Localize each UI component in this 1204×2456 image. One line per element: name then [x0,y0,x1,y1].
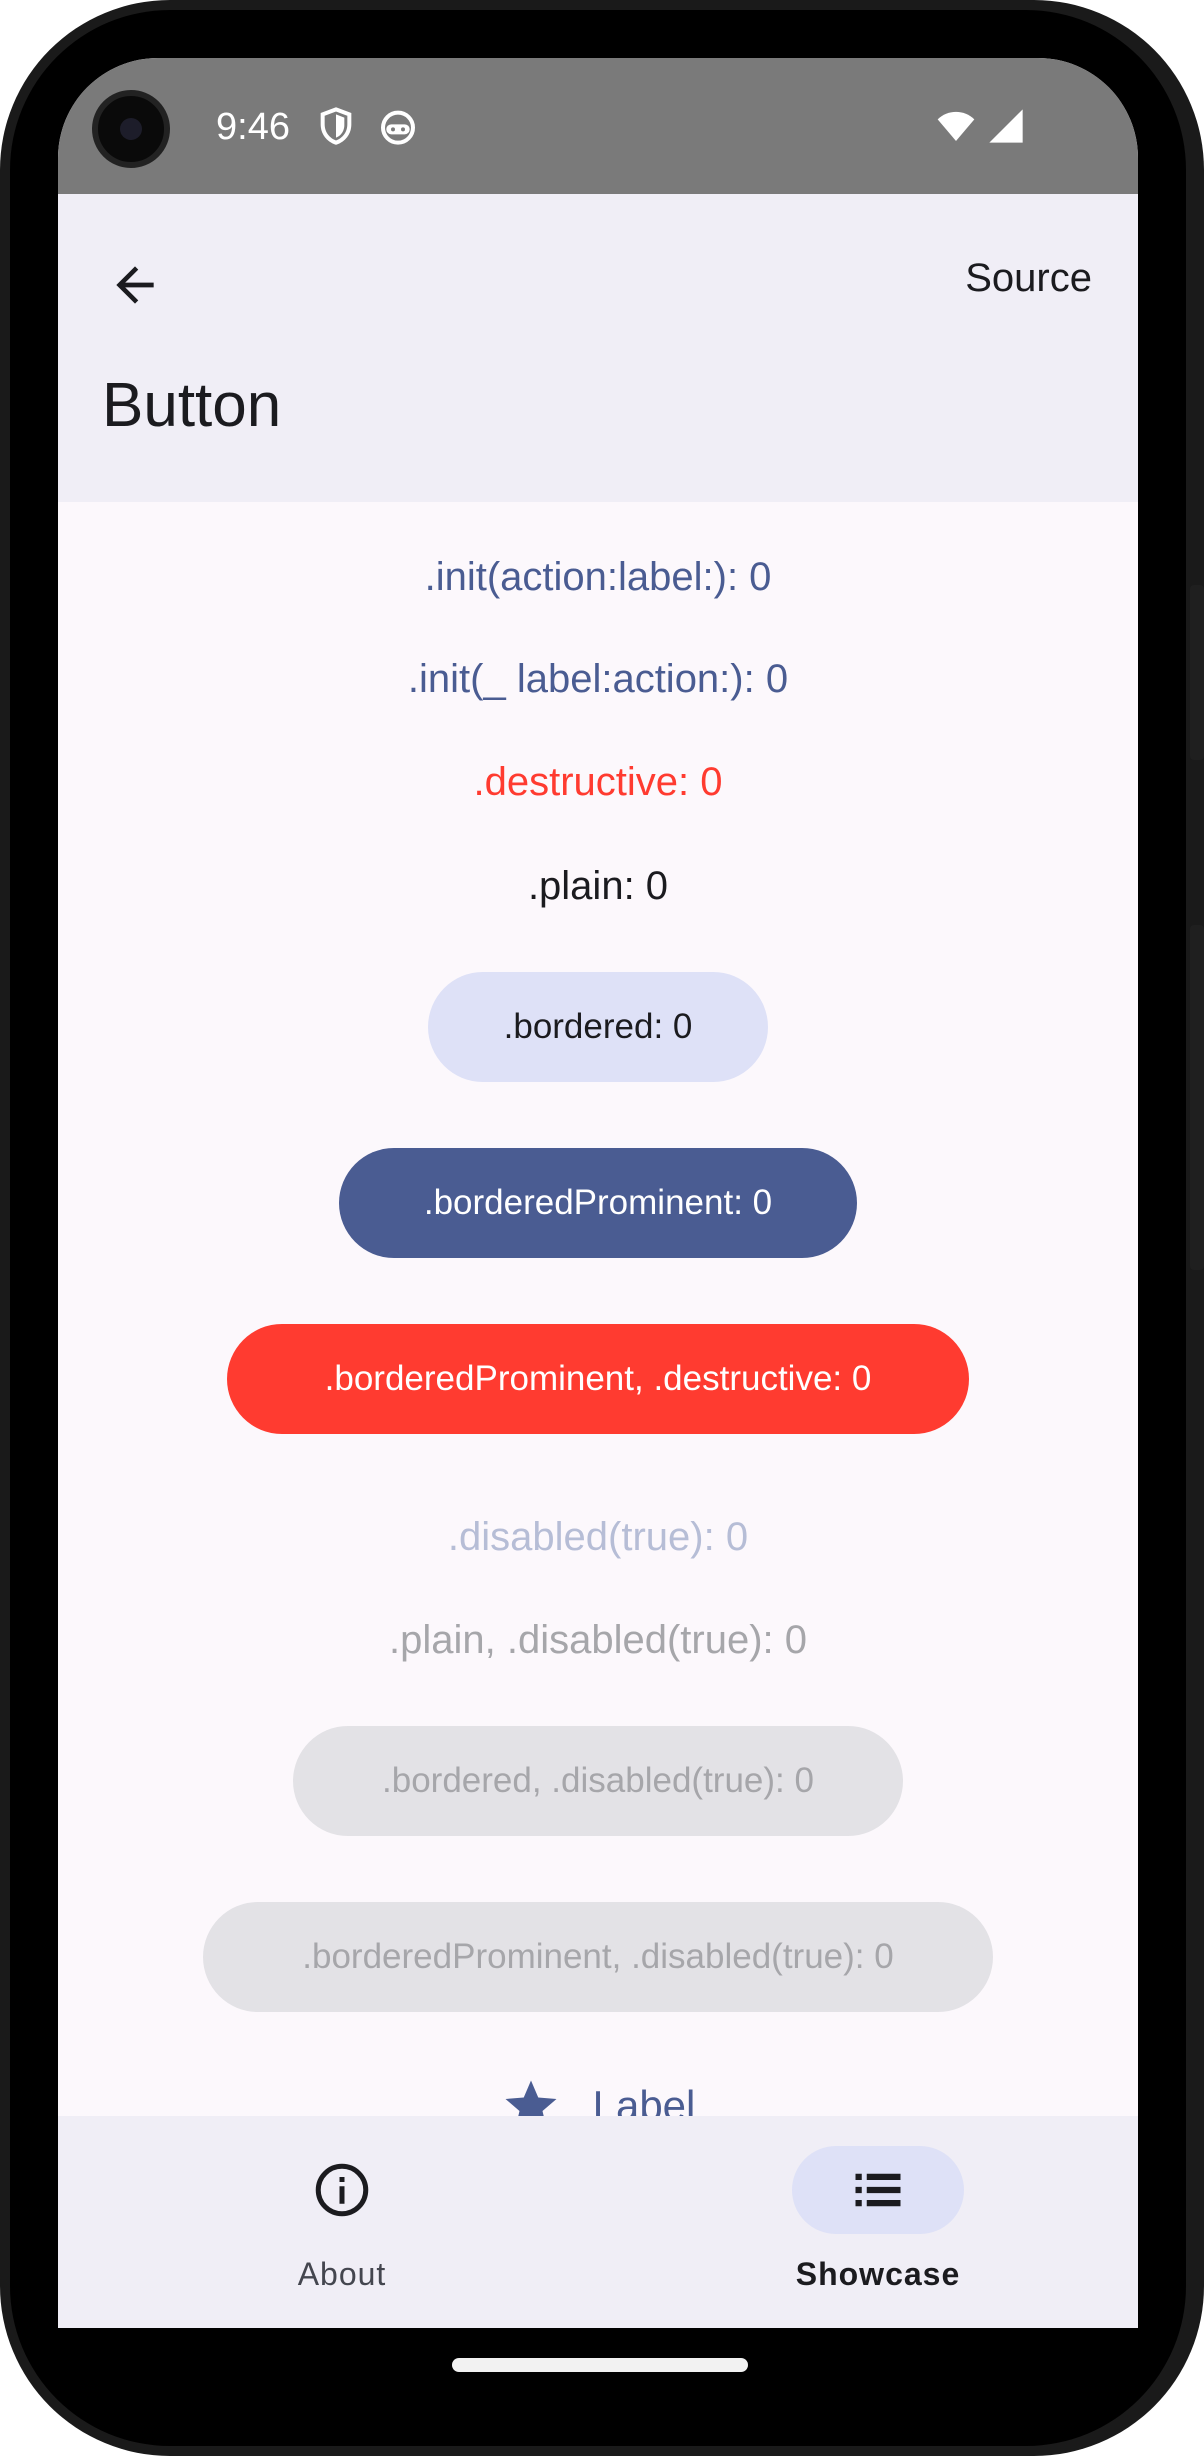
screen: 9:46 Source Button .init(action:label:):… [58,58,1138,2328]
row-bordered-prominent: .borderedProminent: 0 [58,1148,1138,1258]
gesture-bar[interactable] [452,2358,748,2372]
button-showcase-list: .init(action:label:): 0 .init(_ label:ac… [58,502,1138,2174]
list-icon [855,2173,901,2207]
nav-indicator-showcase [792,2146,964,2234]
row-plain: .plain: 0 [58,851,1138,921]
row-disabled: .disabled(true): 0 [58,1502,1138,1572]
row-bordered-prominent-destructive: .borderedProminent, .destructive: 0 [58,1324,1138,1434]
back-button[interactable] [100,250,170,320]
bottom-navigation: About Showcase [58,2116,1138,2328]
page-title: Button [102,371,282,440]
row-bordered: .bordered: 0 [58,972,1138,1082]
row-bordered-prominent-disabled: .borderedProminent, .disabled(true): 0 [58,1902,1138,2012]
status-bar: 9:46 [58,58,1138,194]
row-init-action-label: .init(action:label:): 0 [58,542,1138,612]
bordered-prominent-destructive-button[interactable]: .borderedProminent, .destructive: 0 [227,1324,969,1434]
bordered-prominent-button[interactable]: .borderedProminent: 0 [339,1148,857,1258]
destructive-button[interactable]: .destructive: 0 [473,760,722,805]
app-bar: Source Button [58,194,1138,502]
volume-button [1190,925,1204,1270]
init-action-label-button[interactable]: .init(action:label:): 0 [425,555,772,600]
wifi-icon [937,111,975,141]
nav-item-about[interactable]: About [212,2146,472,2296]
init-label-action-button[interactable]: .init(_ label:action:): 0 [408,657,788,702]
bordered-prominent-disabled-button: .borderedProminent, .disabled(true): 0 [203,1902,993,2012]
plain-button[interactable]: .plain: 0 [528,864,668,909]
disabled-button: .disabled(true): 0 [447,1514,749,1559]
row-bordered-disabled: .bordered, .disabled(true): 0 [58,1726,1138,1836]
nav-indicator-about [256,2146,428,2234]
nav-label-about: About [297,2256,387,2292]
status-time: 9:46 [216,106,290,148]
signal-icon [989,109,1023,143]
bordered-button[interactable]: .bordered: 0 [428,972,768,1082]
power-button [1190,585,1204,760]
bordered-disabled-button: .bordered, .disabled(true): 0 [293,1726,903,1836]
android-debug-icon [381,110,415,145]
shield-icon [320,107,352,145]
row-plain-disabled: .plain, .disabled(true): 0 [58,1605,1138,1675]
row-destructive: .destructive: 0 [58,747,1138,817]
camera-cutout [92,90,170,168]
source-button[interactable]: Source [965,256,1092,301]
nav-label-showcase: Showcase [795,2256,961,2292]
row-init-label-action: .init(_ label:action:): 0 [58,644,1138,714]
info-icon [315,2163,369,2217]
nav-item-showcase[interactable]: Showcase [748,2146,1008,2296]
arrow-back-icon [116,266,154,304]
plain-disabled-button: .plain, .disabled(true): 0 [388,1617,807,1662]
phone-frame: 9:46 Source Button .init(action:label:):… [0,0,1204,2456]
